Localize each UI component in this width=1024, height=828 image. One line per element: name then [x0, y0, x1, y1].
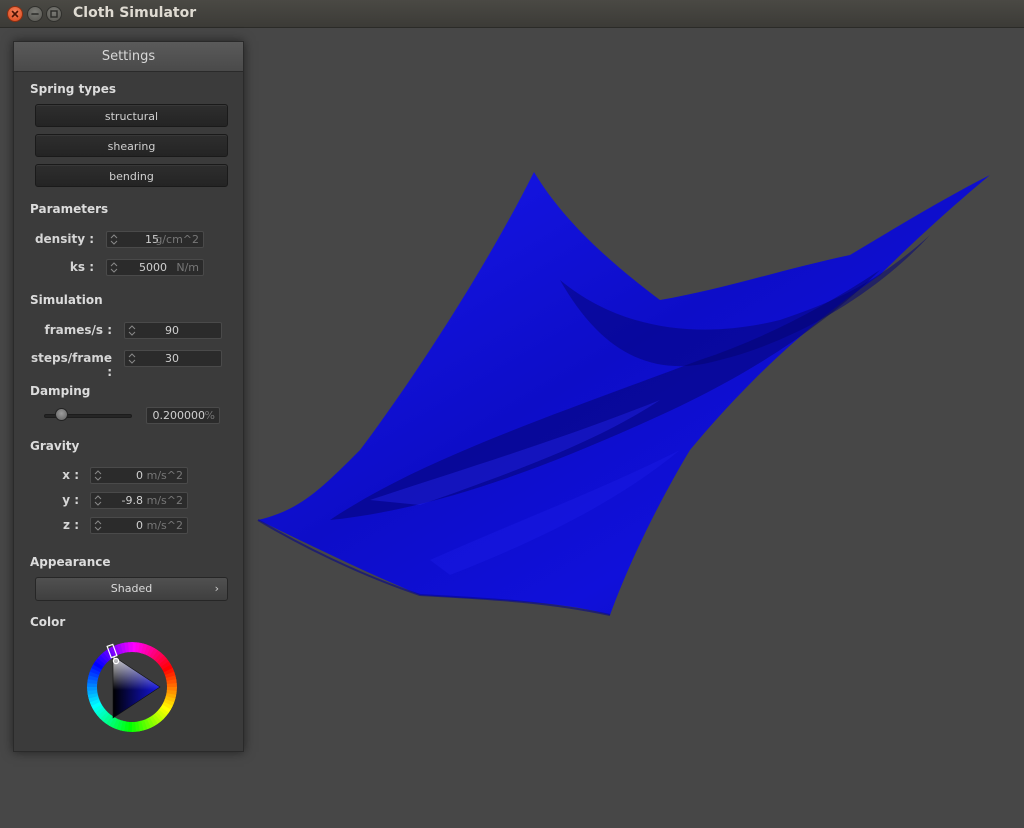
steps-label: steps/frame : — [30, 351, 112, 379]
gravity-z-unit: m/s^2 — [146, 519, 183, 532]
frames-field[interactable]: 90 — [124, 322, 222, 339]
simulation-title: Simulation — [30, 293, 103, 307]
spinner-arrows-icon[interactable] — [94, 494, 102, 507]
shearing-button[interactable]: shearing — [35, 134, 228, 157]
window-title: Cloth Simulator — [73, 5, 197, 21]
gravity-z-label: z : — [63, 518, 79, 532]
gravity-y-field[interactable]: -9.8 m/s^2 — [90, 492, 188, 509]
gravity-z-value: 0 — [136, 519, 143, 532]
steps-field[interactable]: 30 — [124, 350, 222, 367]
density-unit: g/cm^2 — [155, 233, 199, 246]
color-title: Color — [30, 615, 66, 629]
frames-value: 90 — [165, 324, 179, 337]
ks-field[interactable]: 5000 N/m — [106, 259, 204, 276]
title-bar: Cloth Simulator — [0, 0, 1024, 28]
gravity-y-unit: m/s^2 — [146, 494, 183, 507]
spinner-arrows-icon[interactable] — [110, 261, 118, 274]
gravity-z-field[interactable]: 0 m/s^2 — [90, 517, 188, 534]
ks-unit: N/m — [176, 261, 199, 274]
minimize-window-button[interactable] — [27, 6, 43, 22]
maximize-icon — [50, 10, 58, 18]
ks-label: ks : — [69, 260, 94, 274]
close-icon — [11, 10, 19, 18]
damping-title: Damping — [30, 384, 91, 398]
gravity-y-value: -9.8 — [121, 494, 143, 507]
saturation-triangle[interactable] — [112, 655, 161, 719]
spinner-arrows-icon[interactable] — [128, 324, 136, 337]
close-window-button[interactable] — [7, 6, 23, 22]
spinner-arrows-icon[interactable] — [94, 469, 102, 482]
density-field[interactable]: 15 g/cm^2 — [106, 231, 204, 248]
settings-panel: Settings Spring types structural shearin… — [13, 41, 244, 752]
gravity-title: Gravity — [30, 439, 80, 453]
appearance-title: Appearance — [30, 555, 111, 569]
ks-value: 5000 — [139, 261, 167, 274]
density-label: density : — [34, 232, 94, 246]
spinner-arrows-icon[interactable] — [110, 233, 118, 246]
damping-field[interactable]: 0.200000 % — [146, 407, 220, 424]
damping-value: 0.200000 — [152, 409, 206, 422]
cloth-viewport[interactable] — [250, 165, 1010, 625]
spring-types-title: Spring types — [30, 82, 117, 96]
gravity-y-label: y : — [62, 493, 79, 507]
frames-label: frames/s : — [44, 323, 112, 337]
parameters-title: Parameters — [30, 202, 109, 216]
steps-value: 30 — [165, 352, 179, 365]
gravity-x-label: x : — [62, 468, 79, 482]
gravity-x-field[interactable]: 0 m/s^2 — [90, 467, 188, 484]
damping-slider-knob[interactable] — [55, 408, 69, 421]
gravity-x-value: 0 — [136, 469, 143, 482]
maximize-window-button[interactable] — [46, 6, 62, 22]
spinner-arrows-icon[interactable] — [128, 352, 136, 365]
settings-header[interactable]: Settings — [14, 42, 243, 72]
damping-unit: % — [204, 409, 215, 422]
chevron-right-icon: › — [214, 582, 219, 595]
minimize-icon — [31, 13, 39, 15]
color-wheel[interactable] — [85, 640, 179, 734]
appearance-selected: Shaded — [110, 582, 153, 595]
gravity-x-unit: m/s^2 — [146, 469, 183, 482]
spinner-arrows-icon[interactable] — [94, 519, 102, 532]
bending-button[interactable]: bending — [35, 164, 228, 187]
appearance-dropdown[interactable]: Shaded › — [35, 577, 228, 601]
structural-button[interactable]: structural — [35, 104, 228, 127]
cloth-mesh — [257, 172, 990, 616]
